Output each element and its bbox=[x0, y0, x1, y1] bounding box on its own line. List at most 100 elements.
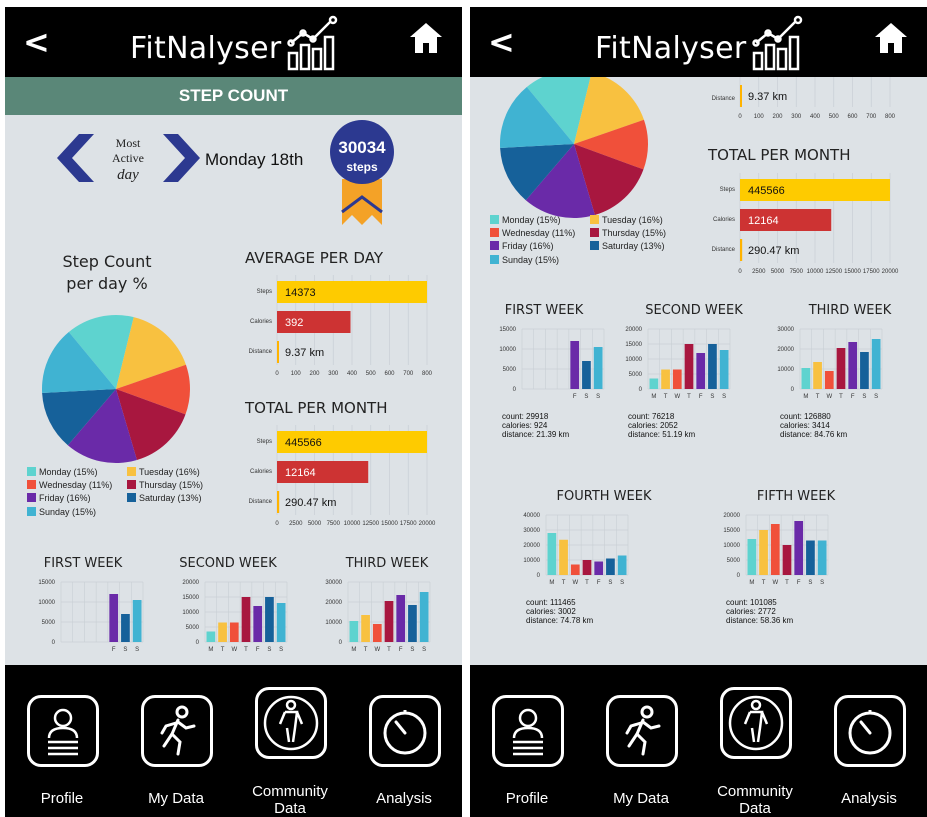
y-tick-label: 15000 bbox=[723, 528, 740, 534]
total-per-month-chart-scrolled: TOTAL PER MONTH 0 2500 5000 7500 10000 12500 15… bbox=[707, 146, 899, 275]
bar-category-label: Steps bbox=[257, 439, 272, 445]
x-tick-label: 400 bbox=[810, 114, 821, 120]
legend-swatch bbox=[490, 241, 499, 250]
second-week-chart: SECOND WEEK05000100001500020000M T W T F S S bbox=[179, 556, 288, 653]
runner-icon bbox=[606, 695, 678, 767]
chart-title: AVERAGE PER DAY bbox=[245, 249, 384, 267]
nav-my-data-label: My Data bbox=[148, 790, 204, 807]
week-summary-line: calories: 924 bbox=[502, 421, 548, 430]
second-week-chart-scrolled: SECOND WEEK05000100001500020000M T W T F S Sco… bbox=[625, 303, 743, 439]
week-title: FIFTH WEEK bbox=[757, 489, 836, 504]
x-tick-label: F bbox=[256, 647, 260, 653]
bar-category-label: Steps bbox=[720, 187, 735, 193]
stopwatch-icon bbox=[834, 695, 906, 767]
x-tick-label: 300 bbox=[791, 114, 802, 120]
most-active-line1: Most bbox=[116, 136, 141, 150]
week-bar bbox=[824, 371, 834, 389]
x-tick-label: 7500 bbox=[327, 521, 341, 527]
y-tick-label: 15000 bbox=[182, 595, 199, 601]
app-header: < FitNalyser bbox=[470, 7, 927, 77]
home-icon[interactable] bbox=[873, 21, 909, 55]
y-tick-label: 10000 bbox=[325, 620, 342, 626]
legend-swatch bbox=[27, 493, 36, 502]
week-summary-line: count: 101085 bbox=[726, 598, 777, 607]
pie-legend-scrolled: Monday (15%) Tuesday (16%) Wednesday (11%)… bbox=[490, 215, 666, 265]
x-tick-label: 0 bbox=[275, 521, 279, 527]
x-tick-label: 0 bbox=[275, 371, 279, 377]
fourth-week-chart: FOURTH WEEK010000200003000040000M T W T F S Sc… bbox=[523, 489, 652, 625]
y-tick-label: 10000 bbox=[777, 367, 794, 373]
y-tick-label: 15000 bbox=[625, 342, 642, 348]
badge-unit: steps bbox=[346, 160, 378, 174]
first-week-chart: FIRST WEEK 0 5000 10000 15000 F S S bbox=[38, 556, 144, 653]
y-tick-label: 10000 bbox=[625, 357, 642, 363]
x-tick-label: F bbox=[399, 647, 403, 653]
week-title: SECOND WEEK bbox=[179, 556, 277, 571]
nav-community-data[interactable]: Community Data bbox=[233, 665, 347, 817]
x-tick-label: S bbox=[279, 647, 283, 653]
x-tick-label: S bbox=[596, 394, 600, 400]
week-bar bbox=[696, 353, 706, 389]
profile-icon bbox=[492, 695, 564, 767]
x-tick-label: W bbox=[572, 580, 578, 586]
nav-my-data[interactable]: My Data bbox=[584, 665, 698, 817]
x-tick-label: 300 bbox=[328, 371, 339, 377]
x-tick-label: S bbox=[820, 580, 824, 586]
bottom-nav: Profile My Data Community Data Analysis bbox=[470, 665, 927, 817]
x-tick-label: 7500 bbox=[790, 269, 804, 275]
x-tick-label: S bbox=[584, 394, 588, 400]
week-bar bbox=[109, 594, 119, 642]
y-tick-label: 0 bbox=[513, 387, 517, 393]
x-tick-label: 0 bbox=[738, 114, 742, 120]
bar-category-label: Distance bbox=[712, 247, 736, 253]
nav-community-label-1: Community bbox=[717, 783, 793, 800]
week-title: FIRST WEEK bbox=[505, 303, 584, 318]
week-summary-line: count: 29918 bbox=[502, 412, 549, 421]
week-bar bbox=[813, 362, 822, 389]
y-tick-label: 0 bbox=[52, 640, 56, 646]
y-tick-label: 30000 bbox=[777, 327, 794, 333]
legend-swatch bbox=[590, 215, 599, 224]
week-summary-line: distance: 21.39 km bbox=[502, 430, 569, 439]
legend-label: Sunday (15%) bbox=[39, 507, 96, 517]
y-tick-label: 0 bbox=[537, 573, 541, 579]
nav-my-data[interactable]: My Data bbox=[119, 665, 233, 817]
week-bar bbox=[661, 369, 670, 389]
x-tick-label: T bbox=[816, 394, 820, 400]
week-bar bbox=[747, 539, 757, 575]
x-tick-label: M bbox=[549, 580, 554, 586]
y-tick-label: 0 bbox=[639, 387, 643, 393]
x-tick-label: S bbox=[135, 647, 139, 653]
nav-profile-label: Profile bbox=[505, 790, 549, 807]
nav-analysis[interactable]: Analysis bbox=[812, 665, 926, 817]
x-tick-label: 700 bbox=[403, 371, 414, 377]
profile-icon bbox=[27, 695, 99, 767]
bar-category-label: Calories bbox=[250, 469, 272, 475]
bar-value-label: 290.47 km bbox=[285, 497, 336, 509]
week-bar bbox=[419, 592, 429, 642]
x-tick-label: 17500 bbox=[863, 269, 880, 275]
next-day-chevron[interactable] bbox=[163, 134, 200, 182]
nav-profile[interactable]: Profile bbox=[470, 665, 584, 817]
y-tick-label: 5000 bbox=[629, 372, 643, 378]
prev-day-chevron[interactable] bbox=[57, 134, 94, 182]
y-tick-label: 20000 bbox=[325, 600, 342, 606]
week-bar bbox=[871, 339, 881, 389]
third-week-chart: THIRD WEEK0100002000030000M T W T F S S bbox=[325, 556, 431, 653]
back-chevron-icon[interactable]: < bbox=[488, 23, 515, 61]
y-tick-label: 5000 bbox=[503, 367, 517, 373]
week-bar bbox=[794, 521, 804, 575]
legend-swatch bbox=[127, 493, 136, 502]
week-bar bbox=[408, 605, 417, 642]
week-bar bbox=[559, 539, 568, 575]
nav-analysis[interactable]: Analysis bbox=[347, 665, 461, 817]
left-content: Most Active day Monday 18th 30034 steps … bbox=[27, 120, 436, 653]
x-tick-label: 20000 bbox=[419, 521, 436, 527]
legend-swatch bbox=[127, 480, 136, 489]
legend-label: Tuesday (16%) bbox=[139, 467, 200, 477]
x-tick-label: 15000 bbox=[844, 269, 861, 275]
bar bbox=[277, 341, 279, 363]
nav-community-data[interactable]: Community Data bbox=[698, 665, 812, 817]
app-title: FitNalyser bbox=[595, 31, 747, 66]
nav-profile[interactable]: Profile bbox=[5, 665, 119, 817]
